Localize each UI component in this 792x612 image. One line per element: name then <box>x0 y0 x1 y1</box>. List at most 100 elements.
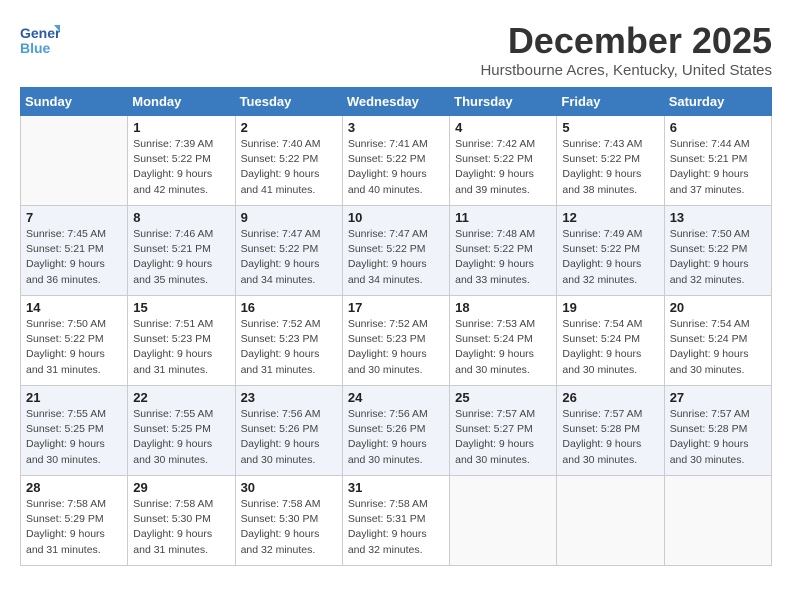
day-info: Sunrise: 7:49 AM Sunset: 5:22 PM Dayligh… <box>562 227 658 288</box>
day-info: Sunrise: 7:58 AM Sunset: 5:29 PM Dayligh… <box>26 497 122 558</box>
day-number: 26 <box>562 390 658 405</box>
day-info: Sunrise: 7:48 AM Sunset: 5:22 PM Dayligh… <box>455 227 551 288</box>
calendar-cell: 10 Sunrise: 7:47 AM Sunset: 5:22 PM Dayl… <box>342 206 449 296</box>
calendar-weekday-monday: Monday <box>128 88 235 116</box>
calendar-cell: 30 Sunrise: 7:58 AM Sunset: 5:30 PM Dayl… <box>235 476 342 566</box>
day-number: 21 <box>26 390 122 405</box>
day-number: 4 <box>455 120 551 135</box>
day-number: 5 <box>562 120 658 135</box>
calendar-week-row: 7 Sunrise: 7:45 AM Sunset: 5:21 PM Dayli… <box>21 206 772 296</box>
calendar-cell: 29 Sunrise: 7:58 AM Sunset: 5:30 PM Dayl… <box>128 476 235 566</box>
day-info: Sunrise: 7:58 AM Sunset: 5:30 PM Dayligh… <box>241 497 337 558</box>
day-number: 13 <box>670 210 766 225</box>
calendar-weekday-wednesday: Wednesday <box>342 88 449 116</box>
calendar-cell <box>664 476 771 566</box>
day-info: Sunrise: 7:57 AM Sunset: 5:27 PM Dayligh… <box>455 407 551 468</box>
day-info: Sunrise: 7:47 AM Sunset: 5:22 PM Dayligh… <box>241 227 337 288</box>
calendar-cell: 7 Sunrise: 7:45 AM Sunset: 5:21 PM Dayli… <box>21 206 128 296</box>
day-number: 30 <box>241 480 337 495</box>
calendar-cell: 3 Sunrise: 7:41 AM Sunset: 5:22 PM Dayli… <box>342 116 449 206</box>
day-info: Sunrise: 7:56 AM Sunset: 5:26 PM Dayligh… <box>348 407 444 468</box>
calendar-cell: 14 Sunrise: 7:50 AM Sunset: 5:22 PM Dayl… <box>21 296 128 386</box>
day-number: 8 <box>133 210 229 225</box>
calendar-header: SundayMondayTuesdayWednesdayThursdayFrid… <box>21 88 772 116</box>
day-number: 27 <box>670 390 766 405</box>
day-number: 15 <box>133 300 229 315</box>
day-number: 1 <box>133 120 229 135</box>
calendar-weekday-friday: Friday <box>557 88 664 116</box>
day-info: Sunrise: 7:53 AM Sunset: 5:24 PM Dayligh… <box>455 317 551 378</box>
day-info: Sunrise: 7:58 AM Sunset: 5:30 PM Dayligh… <box>133 497 229 558</box>
calendar-cell: 24 Sunrise: 7:56 AM Sunset: 5:26 PM Dayl… <box>342 386 449 476</box>
day-info: Sunrise: 7:58 AM Sunset: 5:31 PM Dayligh… <box>348 497 444 558</box>
day-number: 2 <box>241 120 337 135</box>
day-info: Sunrise: 7:42 AM Sunset: 5:22 PM Dayligh… <box>455 137 551 198</box>
day-number: 24 <box>348 390 444 405</box>
calendar-cell: 13 Sunrise: 7:50 AM Sunset: 5:22 PM Dayl… <box>664 206 771 296</box>
calendar-cell: 17 Sunrise: 7:52 AM Sunset: 5:23 PM Dayl… <box>342 296 449 386</box>
calendar-cell: 19 Sunrise: 7:54 AM Sunset: 5:24 PM Dayl… <box>557 296 664 386</box>
calendar-cell <box>557 476 664 566</box>
day-number: 20 <box>670 300 766 315</box>
calendar-cell: 4 Sunrise: 7:42 AM Sunset: 5:22 PM Dayli… <box>450 116 557 206</box>
day-info: Sunrise: 7:56 AM Sunset: 5:26 PM Dayligh… <box>241 407 337 468</box>
day-number: 22 <box>133 390 229 405</box>
day-number: 17 <box>348 300 444 315</box>
day-info: Sunrise: 7:39 AM Sunset: 5:22 PM Dayligh… <box>133 137 229 198</box>
svg-text:Blue: Blue <box>20 40 51 56</box>
calendar-cell: 27 Sunrise: 7:57 AM Sunset: 5:28 PM Dayl… <box>664 386 771 476</box>
calendar-week-row: 21 Sunrise: 7:55 AM Sunset: 5:25 PM Dayl… <box>21 386 772 476</box>
day-number: 23 <box>241 390 337 405</box>
day-number: 3 <box>348 120 444 135</box>
sub-title: Hurstbourne Acres, Kentucky, United Stat… <box>480 62 772 79</box>
calendar-cell: 15 Sunrise: 7:51 AM Sunset: 5:23 PM Dayl… <box>128 296 235 386</box>
day-number: 18 <box>455 300 551 315</box>
calendar-cell: 16 Sunrise: 7:52 AM Sunset: 5:23 PM Dayl… <box>235 296 342 386</box>
calendar-weekday-saturday: Saturday <box>664 88 771 116</box>
calendar-weekday-tuesday: Tuesday <box>235 88 342 116</box>
day-info: Sunrise: 7:40 AM Sunset: 5:22 PM Dayligh… <box>241 137 337 198</box>
calendar-cell <box>21 116 128 206</box>
calendar-weekday-thursday: Thursday <box>450 88 557 116</box>
calendar-cell: 22 Sunrise: 7:55 AM Sunset: 5:25 PM Dayl… <box>128 386 235 476</box>
svg-text:General: General <box>20 25 60 41</box>
calendar-cell: 2 Sunrise: 7:40 AM Sunset: 5:22 PM Dayli… <box>235 116 342 206</box>
calendar-table: SundayMondayTuesdayWednesdayThursdayFrid… <box>20 87 772 566</box>
calendar-cell: 21 Sunrise: 7:55 AM Sunset: 5:25 PM Dayl… <box>21 386 128 476</box>
calendar-cell <box>450 476 557 566</box>
calendar-cell: 18 Sunrise: 7:53 AM Sunset: 5:24 PM Dayl… <box>450 296 557 386</box>
day-info: Sunrise: 7:55 AM Sunset: 5:25 PM Dayligh… <box>133 407 229 468</box>
calendar-cell: 8 Sunrise: 7:46 AM Sunset: 5:21 PM Dayli… <box>128 206 235 296</box>
day-number: 11 <box>455 210 551 225</box>
calendar-weekday-sunday: Sunday <box>21 88 128 116</box>
day-number: 7 <box>26 210 122 225</box>
calendar-week-row: 28 Sunrise: 7:58 AM Sunset: 5:29 PM Dayl… <box>21 476 772 566</box>
day-info: Sunrise: 7:52 AM Sunset: 5:23 PM Dayligh… <box>348 317 444 378</box>
calendar-week-row: 14 Sunrise: 7:50 AM Sunset: 5:22 PM Dayl… <box>21 296 772 386</box>
title-section: December 2025 Hurstbourne Acres, Kentuck… <box>480 20 772 79</box>
day-info: Sunrise: 7:57 AM Sunset: 5:28 PM Dayligh… <box>670 407 766 468</box>
calendar-cell: 25 Sunrise: 7:57 AM Sunset: 5:27 PM Dayl… <box>450 386 557 476</box>
day-info: Sunrise: 7:43 AM Sunset: 5:22 PM Dayligh… <box>562 137 658 198</box>
day-info: Sunrise: 7:50 AM Sunset: 5:22 PM Dayligh… <box>670 227 766 288</box>
calendar-week-row: 1 Sunrise: 7:39 AM Sunset: 5:22 PM Dayli… <box>21 116 772 206</box>
calendar-cell: 20 Sunrise: 7:54 AM Sunset: 5:24 PM Dayl… <box>664 296 771 386</box>
day-info: Sunrise: 7:45 AM Sunset: 5:21 PM Dayligh… <box>26 227 122 288</box>
calendar-cell: 31 Sunrise: 7:58 AM Sunset: 5:31 PM Dayl… <box>342 476 449 566</box>
day-info: Sunrise: 7:50 AM Sunset: 5:22 PM Dayligh… <box>26 317 122 378</box>
day-info: Sunrise: 7:41 AM Sunset: 5:22 PM Dayligh… <box>348 137 444 198</box>
day-number: 12 <box>562 210 658 225</box>
calendar-cell: 5 Sunrise: 7:43 AM Sunset: 5:22 PM Dayli… <box>557 116 664 206</box>
calendar-cell: 11 Sunrise: 7:48 AM Sunset: 5:22 PM Dayl… <box>450 206 557 296</box>
day-info: Sunrise: 7:54 AM Sunset: 5:24 PM Dayligh… <box>670 317 766 378</box>
day-number: 31 <box>348 480 444 495</box>
day-number: 25 <box>455 390 551 405</box>
day-info: Sunrise: 7:54 AM Sunset: 5:24 PM Dayligh… <box>562 317 658 378</box>
calendar-cell: 1 Sunrise: 7:39 AM Sunset: 5:22 PM Dayli… <box>128 116 235 206</box>
calendar-cell: 28 Sunrise: 7:58 AM Sunset: 5:29 PM Dayl… <box>21 476 128 566</box>
day-info: Sunrise: 7:57 AM Sunset: 5:28 PM Dayligh… <box>562 407 658 468</box>
day-number: 6 <box>670 120 766 135</box>
day-info: Sunrise: 7:44 AM Sunset: 5:21 PM Dayligh… <box>670 137 766 198</box>
day-info: Sunrise: 7:52 AM Sunset: 5:23 PM Dayligh… <box>241 317 337 378</box>
calendar-cell: 9 Sunrise: 7:47 AM Sunset: 5:22 PM Dayli… <box>235 206 342 296</box>
